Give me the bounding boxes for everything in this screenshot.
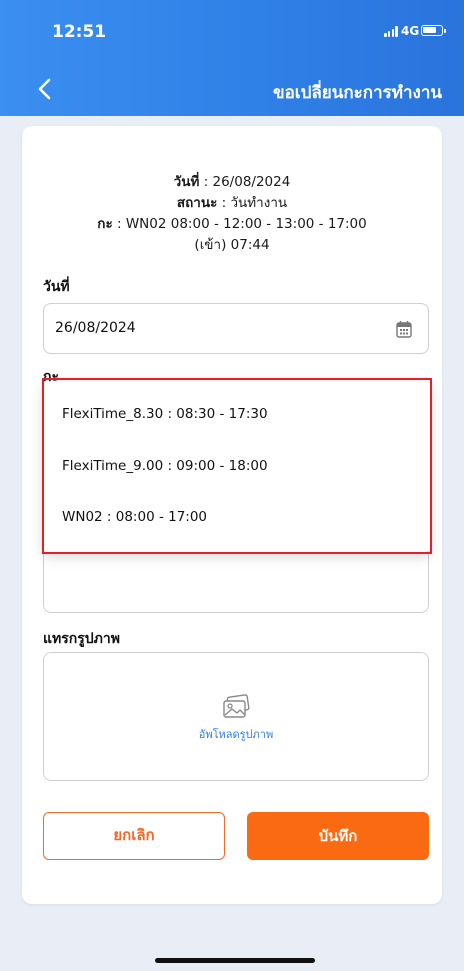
- signal-icon: [384, 26, 398, 37]
- info-shift-row: กะ : WN02 08:00 - 12:00 - 13:00 - 17:00: [22, 214, 442, 235]
- cancel-button[interactable]: ยกเลิก: [43, 812, 225, 860]
- status-bar: 12:51 4G: [0, 0, 464, 62]
- back-arrow-icon[interactable]: [34, 76, 56, 102]
- info-date-label: วันที่: [173, 174, 200, 190]
- date-field-value: 26/08/2024: [55, 320, 136, 336]
- image-upload-icon: [218, 692, 254, 722]
- info-status-label: สถานะ: [176, 195, 218, 211]
- nav-bar: ขอเปลี่ยนกะการทำงาน: [0, 62, 464, 116]
- info-checkin: (เข้า) 07:44: [194, 237, 270, 253]
- save-button[interactable]: บันทึก: [247, 812, 429, 860]
- upload-image-link[interactable]: อัพโหลดรูปภาพ: [44, 725, 428, 743]
- page-title: ขอเปลี่ยนกะการทำงาน: [272, 83, 442, 103]
- shift-info: วันที่ : 26/08/2024 สถานะ : วันทำงาน กะ …: [22, 172, 442, 256]
- network-label: 4G: [401, 24, 420, 38]
- info-shift-value: : WN02 08:00 - 12:00 - 13:00 - 17:00: [112, 216, 367, 232]
- highlight-box: [42, 378, 432, 554]
- image-upload-box[interactable]: อัพโหลดรูปภาพ: [43, 652, 429, 781]
- date-field[interactable]: 26/08/2024: [43, 303, 429, 354]
- home-indicator: [155, 958, 315, 963]
- info-status-value: : วันทำงาน: [217, 195, 288, 211]
- image-field-label: แทรกรูปภาพ: [43, 631, 120, 647]
- date-field-label: วันที่: [43, 279, 70, 295]
- info-shift-label: กะ: [97, 216, 113, 232]
- info-date-value: : 26/08/2024: [199, 174, 291, 190]
- info-date-row: วันที่ : 26/08/2024: [22, 172, 442, 193]
- calendar-icon[interactable]: [396, 320, 412, 338]
- battery-icon: [421, 25, 446, 36]
- info-status-row: สถานะ : วันทำงาน: [22, 193, 442, 214]
- status-time: 12:51: [52, 22, 107, 42]
- app-header: 12:51 4G ขอเปลี่ยนกะการทำงาน: [0, 0, 464, 116]
